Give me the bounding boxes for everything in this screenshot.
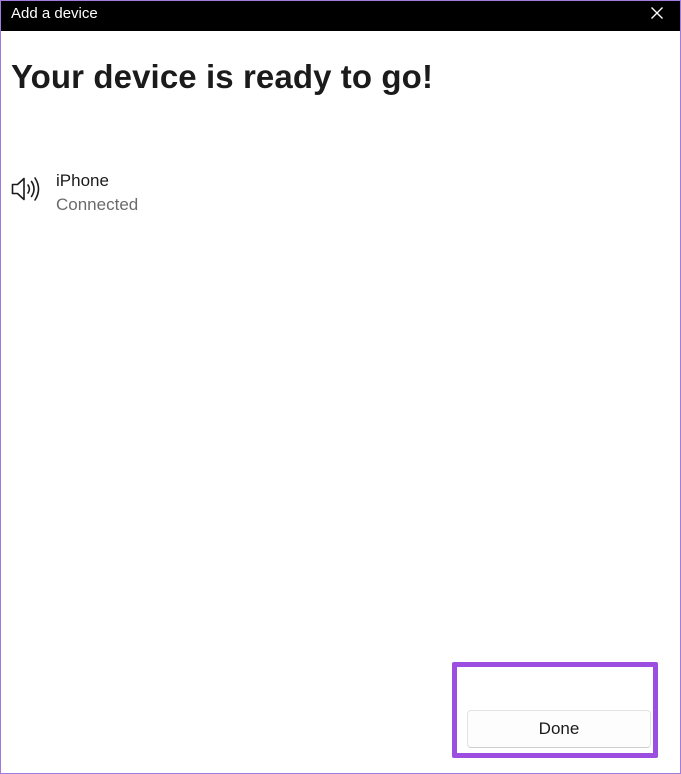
done-button[interactable]: Done [467, 710, 651, 748]
device-item: iPhone Connected [11, 169, 311, 217]
close-icon [651, 7, 663, 19]
device-name: iPhone [56, 171, 109, 190]
title-bar: Add a device [1, 1, 680, 31]
device-status: Connected [56, 195, 139, 214]
speaker-icon [11, 177, 40, 201]
page-heading: Your device is ready to go! [11, 58, 434, 95]
close-button[interactable] [634, 1, 680, 25]
window-title: Add a device [11, 5, 98, 22]
add-device-window: Add a device Your device is ready to go!… [0, 0, 681, 774]
